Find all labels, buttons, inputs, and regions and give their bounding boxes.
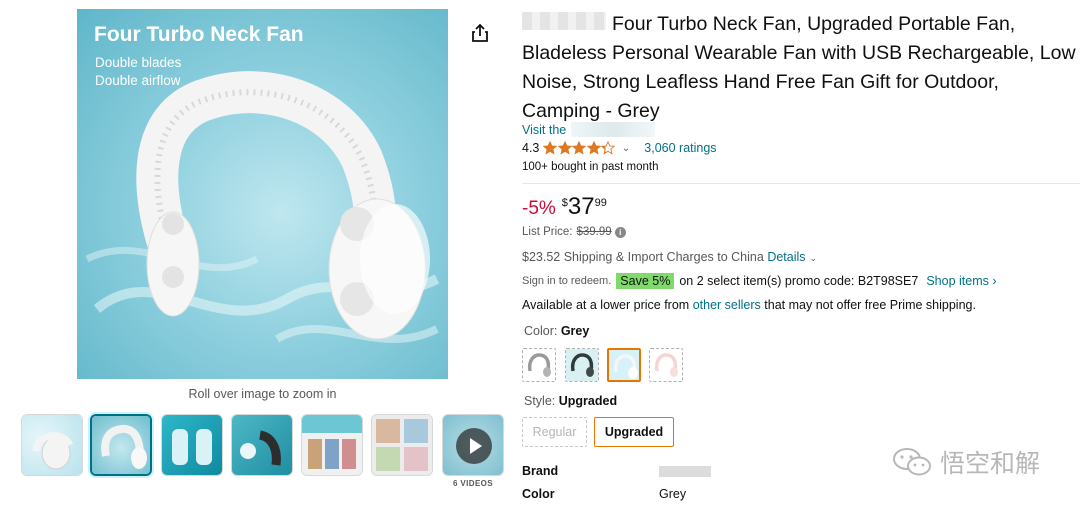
visit-store-link[interactable]: Visit the bbox=[522, 123, 566, 137]
share-icon[interactable] bbox=[469, 22, 491, 44]
color-label: Color: Grey bbox=[524, 324, 590, 338]
wechat-icon bbox=[893, 448, 931, 476]
selected-style: Upgraded bbox=[558, 394, 618, 408]
thumbnail-1[interactable] bbox=[21, 414, 83, 476]
promo-code-text: on 2 select item(s) promo code: B2T98SE7 bbox=[679, 274, 919, 288]
other-sellers-prefix: Available at a lower price from bbox=[522, 298, 690, 312]
pink-fan-swatch[interactable] bbox=[649, 348, 683, 382]
bought-count: 100+ bought in past month bbox=[522, 161, 659, 173]
watermark: 悟空和解 bbox=[892, 444, 1040, 480]
chevron-down-icon[interactable]: ⌄ bbox=[622, 143, 630, 154]
shop-items-link[interactable]: Shop items › bbox=[926, 274, 996, 288]
shipping-text: $23.52 Shipping & Import Charges to Chin… bbox=[522, 250, 764, 264]
main-product-image[interactable]: Four Turbo Neck Fan Double blades Double… bbox=[77, 9, 448, 379]
style-option-regular[interactable]: Regular bbox=[522, 417, 587, 447]
section-divider bbox=[522, 183, 1080, 184]
ratings-count-link[interactable]: 3,060 ratings bbox=[644, 141, 716, 155]
product-title: Four Turbo Neck Fan, Upgraded Portable F… bbox=[522, 13, 1076, 122]
shipping-details-link[interactable]: Details bbox=[767, 250, 805, 264]
videos-count-label[interactable]: 6 VIDEOS bbox=[442, 479, 504, 488]
star-icon bbox=[557, 141, 572, 155]
watermark-text: 悟空和解 bbox=[940, 449, 1041, 478]
star-rating[interactable] bbox=[543, 141, 616, 155]
style-option-upgraded[interactable]: Upgraded bbox=[594, 417, 674, 447]
thumbnail-5[interactable] bbox=[301, 414, 363, 476]
blue-fan-swatch[interactable] bbox=[607, 348, 641, 382]
price-block: -5% $ 37 99 bbox=[522, 193, 607, 221]
star-icon bbox=[572, 141, 587, 155]
image-feature-2: Double airflow bbox=[95, 73, 181, 88]
zoom-hint: Roll over image to zoom in bbox=[188, 387, 337, 401]
thumbnail-4[interactable] bbox=[231, 414, 293, 476]
info-icon[interactable]: i bbox=[614, 226, 626, 238]
other-sellers-link[interactable]: other sellers bbox=[693, 298, 761, 312]
thumbnail-3[interactable] bbox=[161, 414, 223, 476]
other-sellers-suffix: that may not offer free Prime shipping. bbox=[764, 298, 976, 312]
grey-fan-swatch[interactable] bbox=[522, 348, 556, 382]
thumbnail-video[interactable] bbox=[442, 414, 504, 476]
chevron-down-icon[interactable]: ⌄ bbox=[810, 253, 818, 263]
list-price-label: List Price: bbox=[522, 226, 573, 238]
other-sellers-notice: Available at a lower price from other se… bbox=[522, 298, 976, 312]
image-feature-1: Double blades bbox=[95, 55, 182, 70]
style-label: Style: Upgraded bbox=[524, 394, 618, 408]
shipping-charges: $23.52 Shipping & Import Charges to Chin… bbox=[522, 250, 817, 264]
play-video-icon[interactable] bbox=[456, 428, 492, 464]
list-price: List Price: $39.99 i bbox=[522, 226, 626, 238]
price-fraction: 99 bbox=[594, 197, 607, 209]
star-icon bbox=[543, 141, 558, 155]
spec-color-value: Grey bbox=[659, 487, 687, 501]
star-icon bbox=[586, 141, 601, 155]
list-price-value: $39.99 bbox=[576, 226, 612, 238]
promo-row: Sign in to redeem. Save 5% on 2 select i… bbox=[522, 273, 997, 289]
rating-row: 4.3 ⌄ 3,060 ratings bbox=[522, 141, 717, 155]
thumbnail-6[interactable] bbox=[371, 414, 433, 476]
discount-percent: -5% bbox=[522, 198, 556, 219]
spec-brand-label: Brand bbox=[522, 464, 559, 478]
star-icon bbox=[601, 141, 616, 155]
image-headline: Four Turbo Neck Fan bbox=[94, 23, 304, 46]
black-fan-swatch[interactable] bbox=[565, 348, 599, 382]
price-whole: 37 bbox=[567, 193, 595, 220]
sign-in-to-redeem[interactable]: Sign in to redeem. bbox=[522, 275, 611, 287]
store-name-redacted bbox=[571, 122, 655, 137]
rating-value: 4.3 bbox=[522, 141, 540, 155]
selected-color: Grey bbox=[560, 324, 590, 338]
spec-color-label: Color bbox=[522, 487, 555, 501]
brand-value-redacted bbox=[659, 466, 711, 477]
save-badge: Save 5% bbox=[616, 273, 675, 289]
thumbnail-2[interactable] bbox=[90, 414, 152, 476]
